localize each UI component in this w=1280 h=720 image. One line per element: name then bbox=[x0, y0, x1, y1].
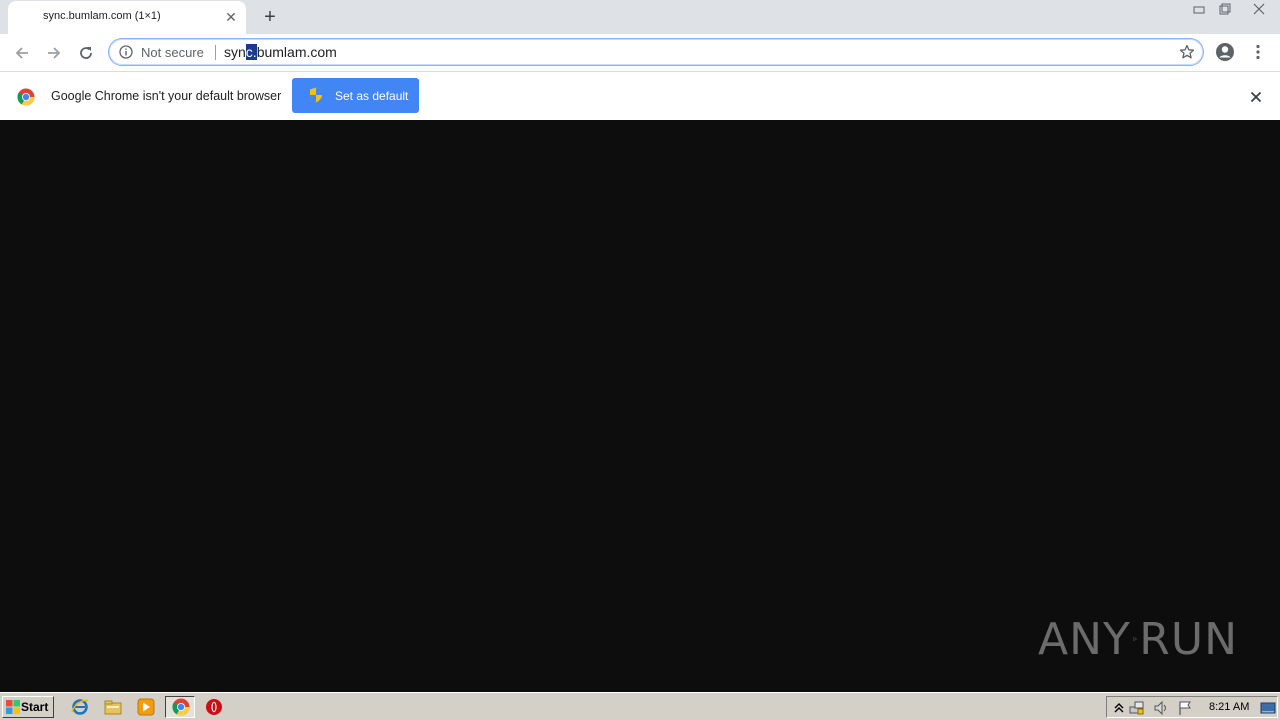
profile-avatar-icon[interactable] bbox=[1214, 41, 1236, 63]
start-label: Start bbox=[21, 700, 49, 714]
url-before-selection: syn bbox=[224, 44, 246, 60]
internet-explorer-icon[interactable] bbox=[71, 698, 89, 716]
window-controls bbox=[1186, 0, 1280, 18]
infobar-message: Google Chrome isn't your default browser bbox=[51, 89, 282, 103]
arrow-left-icon bbox=[15, 47, 28, 59]
chevron-up-icon[interactable] bbox=[1111, 700, 1127, 716]
back-button[interactable] bbox=[9, 40, 35, 66]
action-center-flag-icon[interactable] bbox=[1177, 700, 1193, 716]
set-as-default-button[interactable]: Set as default bbox=[292, 78, 419, 113]
bookmark-star-icon[interactable] bbox=[1179, 44, 1195, 60]
restore-icon bbox=[1219, 3, 1231, 15]
opera-icon[interactable] bbox=[205, 698, 223, 716]
forward-button[interactable] bbox=[41, 40, 67, 66]
media-player-icon[interactable] bbox=[137, 698, 155, 716]
reload-button[interactable] bbox=[73, 40, 99, 66]
system-clock[interactable]: 8:21 AM bbox=[1209, 701, 1249, 713]
infobar-close-button[interactable] bbox=[1246, 87, 1266, 107]
chrome-taskbar-button[interactable] bbox=[165, 696, 195, 718]
window-close-icon bbox=[1253, 3, 1265, 15]
minimize-button[interactable] bbox=[1186, 0, 1212, 18]
windows-taskbar: Start 8:21 AM bbox=[0, 692, 1280, 720]
minimize-icon bbox=[1193, 6, 1205, 14]
address-bar[interactable]: Not secure sync.bumlam.com bbox=[108, 38, 1204, 66]
tab-title: sync.bumlam.com (1×1) bbox=[43, 10, 161, 22]
chrome-menu-button[interactable] bbox=[1248, 41, 1268, 63]
url-after-selection: bumlam.com bbox=[256, 44, 337, 60]
restore-button[interactable] bbox=[1212, 0, 1238, 18]
new-tab-button[interactable]: + bbox=[258, 5, 282, 29]
close-icon bbox=[1250, 91, 1262, 103]
windows-flag-icon bbox=[6, 700, 20, 714]
reload-icon bbox=[80, 47, 92, 59]
chrome-taskbar-icon bbox=[172, 698, 190, 716]
network-icon[interactable] bbox=[1129, 700, 1145, 716]
show-desktop-icon[interactable] bbox=[1260, 700, 1276, 716]
watermark-right-text: RUN bbox=[1139, 613, 1238, 665]
set-as-default-label: Set as default bbox=[335, 89, 409, 103]
security-label[interactable]: Not secure bbox=[141, 45, 204, 60]
uac-shield-icon bbox=[310, 87, 322, 103]
active-tab[interactable]: sync.bumlam.com (1×1) ✕ bbox=[8, 1, 246, 34]
watermark-left-text: ANY bbox=[1038, 613, 1131, 665]
kebab-menu-icon bbox=[1256, 44, 1260, 60]
chrome-logo-icon bbox=[17, 88, 35, 106]
arrow-right-icon bbox=[48, 47, 61, 59]
tab-close-icon[interactable]: ✕ bbox=[223, 9, 239, 25]
omnibox-separator bbox=[215, 45, 216, 60]
file-explorer-icon[interactable] bbox=[104, 698, 122, 716]
tab-strip: sync.bumlam.com (1×1) ✕ + bbox=[0, 0, 1280, 34]
start-button[interactable]: Start bbox=[2, 696, 54, 718]
info-icon[interactable] bbox=[119, 45, 133, 59]
system-tray: 8:21 AM bbox=[1106, 696, 1278, 718]
volume-icon[interactable] bbox=[1153, 700, 1169, 716]
browser-toolbar: Not secure sync.bumlam.com bbox=[0, 34, 1280, 71]
anyrun-watermark: ANY RUN bbox=[1038, 606, 1238, 672]
play-logo-icon bbox=[1133, 636, 1137, 642]
default-browser-infobar: Google Chrome isn't your default browser… bbox=[0, 71, 1280, 120]
url-selection: c. bbox=[245, 44, 257, 60]
window-close-button[interactable] bbox=[1238, 0, 1280, 18]
url-text[interactable]: sync.bumlam.com bbox=[224, 44, 337, 60]
